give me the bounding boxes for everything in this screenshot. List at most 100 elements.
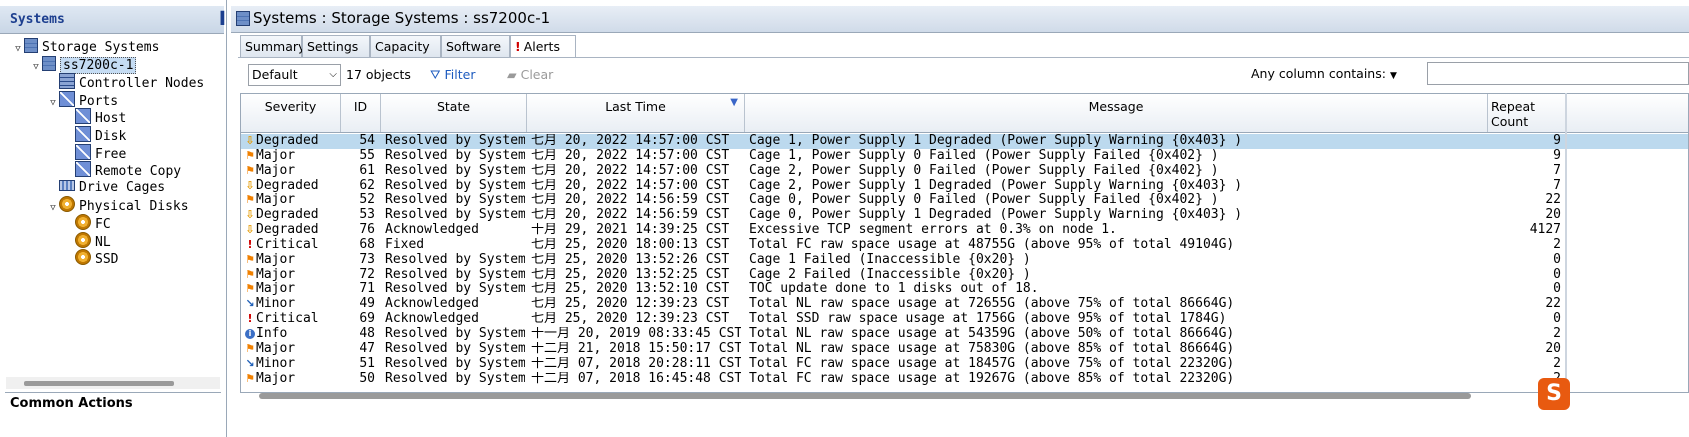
disk-icon bbox=[75, 231, 91, 248]
message-cell: Cage 1, Power Supply 0 Failed (Power Sup… bbox=[749, 148, 1219, 163]
time-cell: 七月 20, 2022 14:57:00 CST bbox=[531, 178, 730, 193]
id-cell: 55 bbox=[359, 148, 375, 163]
state-cell: Resolved by System bbox=[385, 163, 525, 178]
eraser-icon: ▰ bbox=[507, 67, 517, 82]
tab-software[interactable]: Software bbox=[441, 35, 510, 57]
table-row[interactable]: ⚑Major 50 Resolved by System 十二月 07, 2018 1… bbox=[241, 371, 1688, 387]
tree-item-physical-disks[interactable]: ▽ Physical Disks bbox=[47, 196, 189, 214]
table-row[interactable]: ! Critical 68 Fixed 七月 25, 2020 18:00:13 CST… bbox=[241, 237, 1688, 253]
table-row[interactable]: ⚑Major 52 Resolved by System 七月 20, 2022 14… bbox=[241, 193, 1688, 208]
state-cell: Acknowledged bbox=[385, 312, 479, 327]
tree-item-controller-nodes[interactable]: Controller Nodes bbox=[47, 73, 204, 91]
tab-separator bbox=[238, 57, 1689, 58]
table-row[interactable]: ⚑Major 72 Resolved by System 七月 25, 2020 13… bbox=[241, 267, 1688, 283]
tab-summary[interactable]: Summary bbox=[240, 35, 305, 57]
severity-cell: i Info bbox=[245, 327, 345, 342]
table-row[interactable]: ↘Minor 51 Resolved by System 十二月 07, 2018 2… bbox=[241, 356, 1688, 372]
severity-cell: ⇩Degraded bbox=[245, 208, 319, 223]
tree-item-ports[interactable]: ▽ Ports bbox=[47, 90, 118, 109]
clear-button[interactable]: ▰ Clear bbox=[507, 67, 553, 82]
filter-button[interactable]: ⛛ Filter bbox=[430, 67, 475, 83]
state-cell: Acknowledged bbox=[385, 223, 479, 238]
state-cell: Resolved by System bbox=[385, 326, 525, 341]
time-cell: 七月 25, 2020 12:39:23 CST bbox=[531, 312, 730, 327]
severity-cell: ⚑Major bbox=[245, 341, 296, 356]
state-cell: Resolved by System bbox=[385, 356, 525, 371]
message-cell: Cage 1 Failed (Inaccessible {0x20} ) bbox=[749, 252, 1031, 267]
tree-item-storage-systems[interactable]: ▽ Storage Systems bbox=[12, 38, 159, 55]
tree-item-ssd[interactable]: SSD bbox=[63, 249, 118, 267]
severity-cell: ↘Minor bbox=[245, 356, 296, 371]
expand-toggle-icon[interactable]: ▽ bbox=[47, 95, 59, 112]
storage-icon bbox=[42, 55, 56, 71]
tree-item-disk[interactable]: Disk bbox=[63, 126, 126, 144]
column-header-last-time[interactable]: Last Time ▼ bbox=[527, 94, 745, 132]
table-row[interactable]: ⇩Degraded 62 Resolved by System 七月 20, 2022… bbox=[241, 178, 1688, 194]
tree-item-drive-cages[interactable]: Drive Cages bbox=[47, 179, 165, 196]
table-row[interactable]: ⚑Major 61 Resolved by System 七月 20, 2022 14… bbox=[241, 163, 1688, 179]
tree-item-nl[interactable]: NL bbox=[63, 231, 111, 250]
table-row[interactable]: i Info 48 Resolved by System 十一月 20, 2019 08… bbox=[241, 326, 1688, 342]
column-header-id[interactable]: ID bbox=[341, 94, 381, 132]
table-row[interactable]: ⇩Degraded 54 Resolved by System 七月 20, 2022… bbox=[241, 134, 1688, 149]
time-cell: 七月 25, 2020 12:39:23 CST bbox=[531, 297, 730, 312]
expand-toggle-icon[interactable]: ▽ bbox=[30, 59, 42, 76]
degraded-arrow-icon: ⇩ bbox=[245, 208, 255, 222]
repeat-count-cell: 22 bbox=[1545, 297, 1561, 312]
major-flag-icon: ⚑ bbox=[245, 371, 255, 385]
pin-icon[interactable]: ▐ bbox=[217, 11, 225, 27]
severity-cell: ↘Minor bbox=[245, 297, 296, 312]
repeat-count-cell: 2 bbox=[1553, 356, 1561, 371]
table-row[interactable]: ⇩Degraded 76 Acknowledged 十月 29, 2021 14:39… bbox=[241, 223, 1688, 238]
search-column-select[interactable]: Any column contains: ▼ bbox=[1251, 66, 1397, 81]
table-row[interactable]: ⚑Major 73 Resolved by System 七月 25, 2020 13… bbox=[241, 252, 1688, 268]
tree-item-host[interactable]: Host bbox=[63, 108, 126, 126]
repeat-count-cell: 4127 bbox=[1529, 223, 1561, 238]
time-cell: 七月 25, 2020 13:52:25 CST bbox=[531, 267, 730, 282]
tree-item-ss7200c-1[interactable]: ▽ ss7200c-1 bbox=[30, 55, 137, 76]
id-cell: 51 bbox=[359, 356, 375, 371]
storage-system-icon bbox=[236, 11, 250, 26]
tree-item-remote-copy[interactable]: Remote Copy bbox=[63, 161, 181, 179]
message-cell: TOC update done to 1 disks out of 18. bbox=[749, 282, 1039, 297]
table-row[interactable]: ↘Minor 49 Acknowledged 七月 25, 2020 12:39:23… bbox=[241, 297, 1688, 312]
column-header-severity[interactable]: Severity bbox=[241, 94, 341, 132]
tab-settings[interactable]: Settings bbox=[302, 35, 370, 57]
column-header-repeat-count[interactable]: Repeat Count bbox=[1488, 94, 1566, 132]
port-icon bbox=[75, 108, 91, 125]
critical-exclamation-icon: ! bbox=[247, 312, 253, 326]
time-cell: 七月 20, 2022 14:56:59 CST bbox=[531, 208, 730, 223]
table-row[interactable]: ⚑Major 55 Resolved by System 七月 20, 2022 14… bbox=[241, 148, 1688, 164]
view-select[interactable]: Default ⌵ bbox=[248, 64, 341, 86]
message-cell: Cage 2, Power Supply 1 Degraded (Power S… bbox=[749, 178, 1243, 193]
id-cell: 48 bbox=[359, 326, 375, 341]
table-scrollbar-thumb[interactable] bbox=[259, 393, 1471, 399]
time-cell: 十二月 07, 2018 16:45:48 CST bbox=[531, 371, 741, 386]
expand-toggle-icon[interactable]: ▽ bbox=[12, 41, 24, 58]
tree-item-free[interactable]: Free bbox=[63, 143, 126, 162]
repeat-count-cell: 22 bbox=[1545, 193, 1561, 208]
tree-item-fc[interactable]: FC bbox=[63, 214, 111, 232]
search-input[interactable] bbox=[1427, 62, 1689, 85]
table-row[interactable]: ⚑Major 47 Resolved by System 十二月 21, 2018 1… bbox=[241, 341, 1688, 357]
port-icon bbox=[59, 90, 75, 107]
repeat-count-cell: 2 bbox=[1553, 237, 1561, 252]
column-header-state[interactable]: State bbox=[381, 94, 527, 132]
tab-capacity[interactable]: Capacity bbox=[370, 35, 441, 57]
state-cell: Resolved by System bbox=[385, 282, 525, 297]
state-cell: Resolved by System bbox=[385, 178, 525, 193]
column-header-message[interactable]: Message bbox=[745, 94, 1488, 132]
port-icon bbox=[75, 161, 91, 178]
tree-scrollbar-thumb[interactable] bbox=[24, 381, 174, 386]
table-row[interactable]: ⚑Major 71 Resolved by System 七月 25, 2020 13… bbox=[241, 282, 1688, 297]
message-cell: Total FC raw space usage at 19267G (abov… bbox=[749, 371, 1235, 386]
tree-item-label: Storage Systems bbox=[42, 40, 160, 55]
message-cell: Total FC raw space usage at 48755G (abov… bbox=[749, 237, 1235, 252]
expand-toggle-icon[interactable]: ▽ bbox=[47, 200, 59, 217]
table-row[interactable]: ⇩Degraded 53 Resolved by System 七月 20, 2022… bbox=[241, 208, 1688, 223]
id-cell: 71 bbox=[359, 282, 375, 297]
tab-alerts[interactable]: ! Alerts bbox=[510, 35, 576, 58]
table-row[interactable]: ! Critical 69 Acknowledged 七月 25, 2020 12:39… bbox=[241, 312, 1688, 327]
id-cell: 69 bbox=[359, 312, 375, 327]
degraded-arrow-icon: ⇩ bbox=[245, 223, 255, 237]
